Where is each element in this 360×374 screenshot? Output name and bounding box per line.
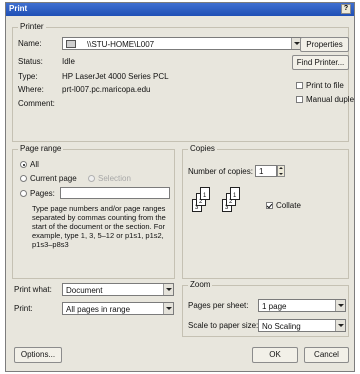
pages-per-sheet-label: Pages per sheet: [188,301,249,310]
chevron-down-icon[interactable] [163,303,173,314]
collate-page-icon: 1 [200,187,210,200]
zoom-group-label: Zoom [188,280,213,289]
printer-name-label: Name: [18,39,42,48]
type-label: Type: [18,72,38,81]
printer-name-value: \\STU-HOME\L007 [87,40,155,49]
pages-per-sheet-value: 1 page [262,302,287,311]
find-printer-button[interactable]: Find Printer... [292,55,349,70]
pages-radio[interactable] [20,190,27,197]
collate-page-icon: 1 [230,187,240,200]
title-bar: Print ? [6,3,354,16]
copies-group-label: Copies [188,144,217,153]
print-value: All pages in range [66,305,131,314]
selection-radio [88,175,95,182]
chevron-down-icon[interactable] [335,300,345,311]
collate-label[interactable]: Collate [276,201,301,210]
number-of-copies-input[interactable]: 1 [255,165,277,177]
selection-label: Selection [98,174,131,183]
properties-button[interactable]: Properties [300,37,349,52]
print-what-label: Print what: [14,285,52,294]
scale-to-paper-value: No Scaling [262,322,301,331]
help-button[interactable]: ? [341,4,351,14]
ok-button[interactable]: OK [252,347,298,363]
current-page-label[interactable]: Current page [30,174,77,183]
comment-label: Comment: [18,99,55,108]
printer-name-select[interactable]: \\STU-HOME\L007 [62,37,302,50]
manual-duplex-checkbox[interactable] [296,96,303,103]
current-page-radio[interactable] [20,175,27,182]
status-label: Status: [18,57,43,66]
print-label: Print: [14,304,33,313]
where-value: prt-l007.pc.maricopa.edu [62,85,151,94]
number-of-copies-label: Number of copies: [188,167,253,176]
copies-spinner[interactable] [277,165,285,177]
chevron-down-icon[interactable] [335,320,345,331]
type-value: HP LaserJet 4000 Series PCL [62,72,169,81]
print-what-select[interactable]: Document [62,283,174,296]
page-range-group-label: Page range [18,144,64,153]
all-pages-radio[interactable] [20,161,27,168]
printer-group-label: Printer [18,22,46,31]
pages-per-sheet-select[interactable]: 1 page [258,299,346,312]
options-button[interactable]: Options... [14,347,62,363]
chevron-down-icon[interactable] [163,284,173,295]
status-value: Idle [62,57,75,66]
print-dialog: Print ? Printer Name: \\STU-HOME\L007 Pr… [5,2,355,372]
cancel-button[interactable]: Cancel [304,347,349,363]
print-what-value: Document [66,286,103,295]
print-to-file-label[interactable]: Print to file [306,81,344,90]
pages-label[interactable]: Pages: [30,189,55,198]
scale-to-paper-select[interactable]: No Scaling [258,319,346,332]
dialog-title: Print [9,4,28,13]
copies-value: 1 [259,167,264,176]
where-label: Where: [18,85,44,94]
manual-duplex-label[interactable]: Manual duplex [306,95,354,104]
print-select[interactable]: All pages in range [62,302,174,315]
pages-input[interactable] [60,187,170,199]
printer-icon [66,40,76,48]
scale-to-paper-label: Scale to paper size: [188,321,259,330]
print-to-file-checkbox[interactable] [296,82,303,89]
all-pages-label[interactable]: All [30,160,39,169]
page-range-help-text: Type page numbers and/or page ranges sep… [32,204,166,249]
collate-checkbox[interactable] [266,202,273,209]
